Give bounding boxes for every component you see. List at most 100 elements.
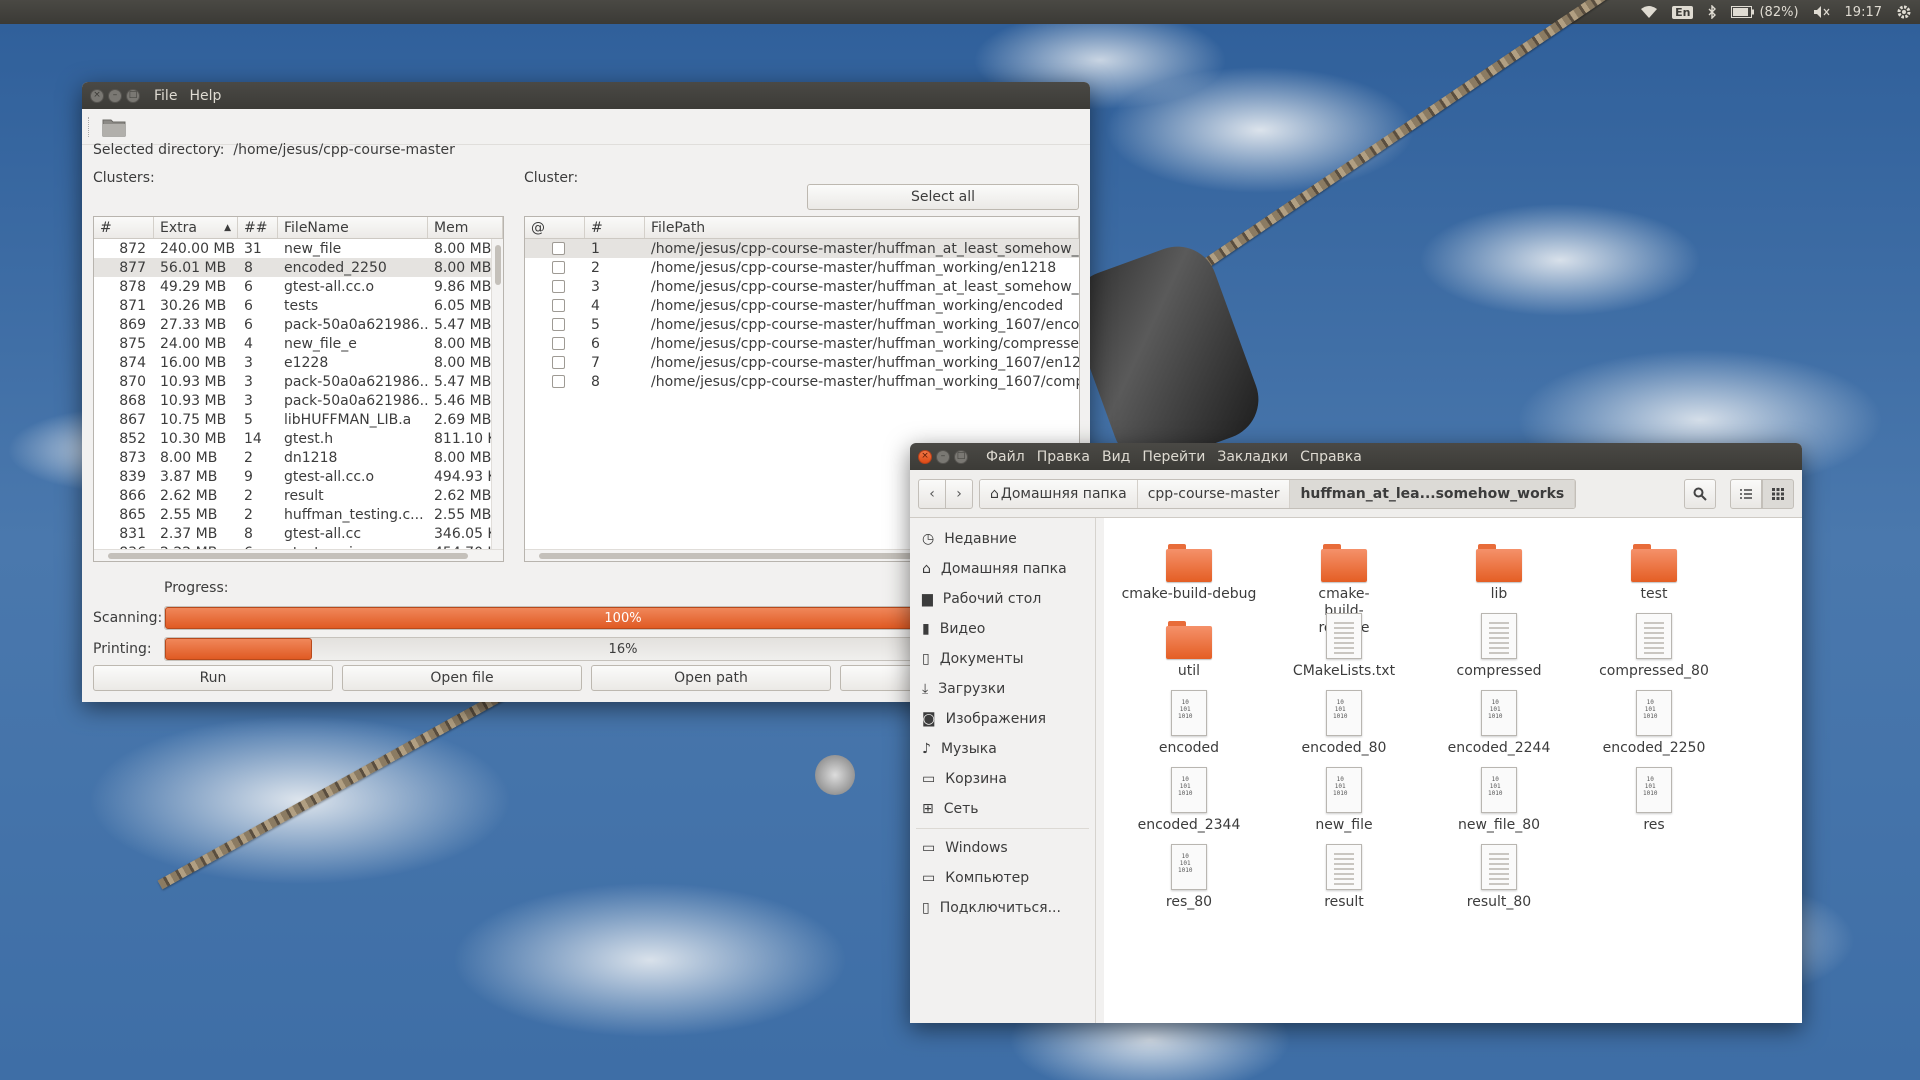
col-header-index[interactable]: #: [585, 217, 645, 238]
bluetooth-icon[interactable]: [1707, 5, 1717, 19]
clusters-hscrollbar[interactable]: [94, 549, 503, 561]
select-all-button[interactable]: Select all: [807, 184, 1079, 210]
col-header-filepath[interactable]: FilePath: [645, 217, 1079, 238]
cluster-row[interactable]: 867 10.75 MB 5 libHUFFMAN_LIB.a 2.69 MB: [94, 410, 503, 429]
file-item[interactable]: 10 101 1010 res: [1579, 761, 1729, 834]
sidebar-item-trash[interactable]: ▭ Корзина: [910, 764, 1095, 794]
close-button[interactable]: ×: [90, 88, 104, 103]
sidebar-item-videos[interactable]: ▮ Видео: [910, 614, 1095, 644]
col-header-mem[interactable]: Mem: [428, 217, 503, 238]
grid-view-button[interactable]: [1762, 478, 1794, 509]
open-file-button[interactable]: Open file: [342, 665, 582, 691]
folder-item[interactable]: lib: [1424, 530, 1574, 603]
file-item[interactable]: compressed_80: [1579, 607, 1729, 680]
file-item[interactable]: 10 101 1010 new_file: [1269, 761, 1419, 834]
search-button[interactable]: [1684, 478, 1716, 509]
forward-button[interactable]: ›: [945, 478, 973, 509]
file-item[interactable]: result: [1269, 838, 1419, 911]
cluster-row[interactable]: 874 16.00 MB 3 e1228 8.00 MB: [94, 353, 503, 372]
cluster-file-row[interactable]: 6/home/jesus/cpp-course-master/huffman_w…: [525, 334, 1079, 353]
sidebar-item-downloads[interactable]: ⤓ Загрузки: [910, 674, 1095, 704]
open-folder-button[interactable]: [100, 114, 128, 140]
sidebar-item-pictures[interactable]: ◙ Изображения: [910, 704, 1095, 734]
cluster-row[interactable]: 878 49.29 MB 6 gtest-all.cc.o 9.86 MB: [94, 277, 503, 296]
sidebar-item-documents[interactable]: ▯ Документы: [910, 644, 1095, 674]
file-item[interactable]: 10 101 1010 encoded: [1114, 684, 1264, 757]
cluster-file-row[interactable]: 5/home/jesus/cpp-course-master/huffman_w…: [525, 315, 1079, 334]
maximize-button[interactable]: □: [954, 449, 968, 464]
folder-item[interactable]: test: [1579, 530, 1729, 603]
menu-help[interactable]: Справка: [1300, 449, 1362, 465]
breadcrumb-cpp-course-master[interactable]: cpp-course-master: [1137, 479, 1291, 508]
col-header-id[interactable]: #: [94, 217, 154, 238]
cluster-file-row[interactable]: 2/home/jesus/cpp-course-master/huffman_w…: [525, 258, 1079, 277]
minimize-button[interactable]: –: [108, 88, 122, 103]
list-view-button[interactable]: [1730, 478, 1762, 509]
col-header-count[interactable]: ##: [238, 217, 278, 238]
clusters-vscrollbar[interactable]: [491, 239, 503, 561]
wifi-icon[interactable]: [1640, 5, 1658, 19]
file-item[interactable]: 10 101 1010 encoded_2244: [1424, 684, 1574, 757]
file-checkbox[interactable]: [551, 318, 565, 331]
gear-icon[interactable]: [1896, 4, 1912, 20]
sidebar-item-windows[interactable]: ▭ Windows: [910, 833, 1095, 863]
file-item[interactable]: 10 101 1010 encoded_80: [1269, 684, 1419, 757]
minimize-button[interactable]: –: [936, 449, 950, 464]
open-path-button[interactable]: Open path: [591, 665, 831, 691]
cluster-row[interactable]: 869 27.33 MB 6 pack-50a0a621986... 5.47 MB: [94, 315, 503, 334]
cluster-file-row[interactable]: 7/home/jesus/cpp-course-master/huffman_w…: [525, 353, 1079, 372]
col-header-extra[interactable]: Extra ▲: [154, 217, 238, 238]
clusters-table[interactable]: # Extra ▲ ## FileName Mem 872 240.00 MB 31 n…: [93, 216, 504, 562]
col-header-select[interactable]: @: [525, 217, 585, 238]
file-item[interactable]: result_80: [1424, 838, 1574, 911]
file-item[interactable]: 10 101 1010 encoded_2250: [1579, 684, 1729, 757]
cluster-row[interactable]: 852 10.30 MB 14 gtest.h 811.10 KB: [94, 429, 503, 448]
sidebar-item-music[interactable]: ♪ Музыка: [910, 734, 1095, 764]
cluster-file-row[interactable]: 4/home/jesus/cpp-course-master/huffman_w…: [525, 296, 1079, 315]
cluster-row[interactable]: 873 8.00 MB 2 dn1218 8.00 MB: [94, 448, 503, 467]
breadcrumb-current[interactable]: huffman_at_lea...somehow_works: [1290, 479, 1576, 508]
file-checkbox[interactable]: [551, 356, 565, 369]
file-item[interactable]: compressed: [1424, 607, 1574, 680]
sidebar-item-recent[interactable]: ◷ Недавние: [910, 524, 1095, 554]
breadcrumb-home[interactable]: ⌂ Домашняя папка: [980, 479, 1138, 508]
cluster-row[interactable]: 872 240.00 MB 31 new_file 8.00 MB: [94, 239, 503, 258]
folder-item[interactable]: util: [1114, 607, 1264, 680]
menu-file[interactable]: File: [154, 88, 177, 104]
file-item[interactable]: 10 101 1010 res_80: [1114, 838, 1264, 911]
clock[interactable]: 19:17: [1845, 5, 1882, 20]
folder-item[interactable]: cmake-build-debug: [1114, 530, 1264, 603]
file-checkbox[interactable]: [551, 337, 565, 350]
sidebar-item-home[interactable]: ⌂ Домашняя папка: [910, 554, 1095, 584]
sidebar-item-computer[interactable]: ▭ Компьютер: [910, 863, 1095, 893]
menu-edit[interactable]: Правка: [1037, 449, 1090, 465]
cluster-row[interactable]: 870 10.93 MB 3 pack-50a0a621986... 5.47 MB: [94, 372, 503, 391]
cluster-file-row[interactable]: 1/home/jesus/cpp-course-master/huffman_a…: [525, 239, 1079, 258]
cluster-row[interactable]: 866 2.62 MB 2 result 2.62 MB: [94, 486, 503, 505]
file-item[interactable]: 10 101 1010 new_file_80: [1424, 761, 1574, 834]
col-header-filename[interactable]: FileName: [278, 217, 428, 238]
file-checkbox[interactable]: [551, 242, 565, 255]
cluster-row[interactable]: 877 56.01 MB 8 encoded_2250 8.00 MB: [94, 258, 503, 277]
cluster-file-row[interactable]: 3/home/jesus/cpp-course-master/huffman_a…: [525, 277, 1079, 296]
sidebar-item-connect-server[interactable]: ▯ Подключиться...: [910, 893, 1095, 923]
cluster-row[interactable]: 871 30.26 MB 6 tests 6.05 MB: [94, 296, 503, 315]
file-checkbox[interactable]: [551, 375, 565, 388]
menu-file[interactable]: Файл: [986, 449, 1025, 465]
menu-bookmarks[interactable]: Закладки: [1217, 449, 1288, 465]
cluster-row[interactable]: 831 2.37 MB 8 gtest-all.cc 346.05 KB: [94, 524, 503, 543]
menu-go[interactable]: Перейти: [1142, 449, 1205, 465]
file-item[interactable]: CMakeLists.txt: [1269, 607, 1419, 680]
menu-view[interactable]: Вид: [1102, 449, 1130, 465]
cluster-row[interactable]: 839 3.87 MB 9 gtest-all.cc.o 494.93 KB: [94, 467, 503, 486]
file-checkbox[interactable]: [551, 261, 565, 274]
back-button[interactable]: ‹: [918, 478, 946, 509]
menu-help[interactable]: Help: [189, 88, 221, 104]
file-checkbox[interactable]: [551, 299, 565, 312]
cluster-row[interactable]: 868 10.93 MB 3 pack-50a0a621986... 5.46 MB: [94, 391, 503, 410]
file-checkbox[interactable]: [551, 280, 565, 293]
battery-indicator[interactable]: (82%): [1731, 5, 1799, 20]
sidebar-item-desktop[interactable]: ▆ Рабочий стол: [910, 584, 1095, 614]
cluster-row[interactable]: 865 2.55 MB 2 huffman_testing.c... 2.55 MB: [94, 505, 503, 524]
maximize-button[interactable]: □: [126, 88, 140, 103]
